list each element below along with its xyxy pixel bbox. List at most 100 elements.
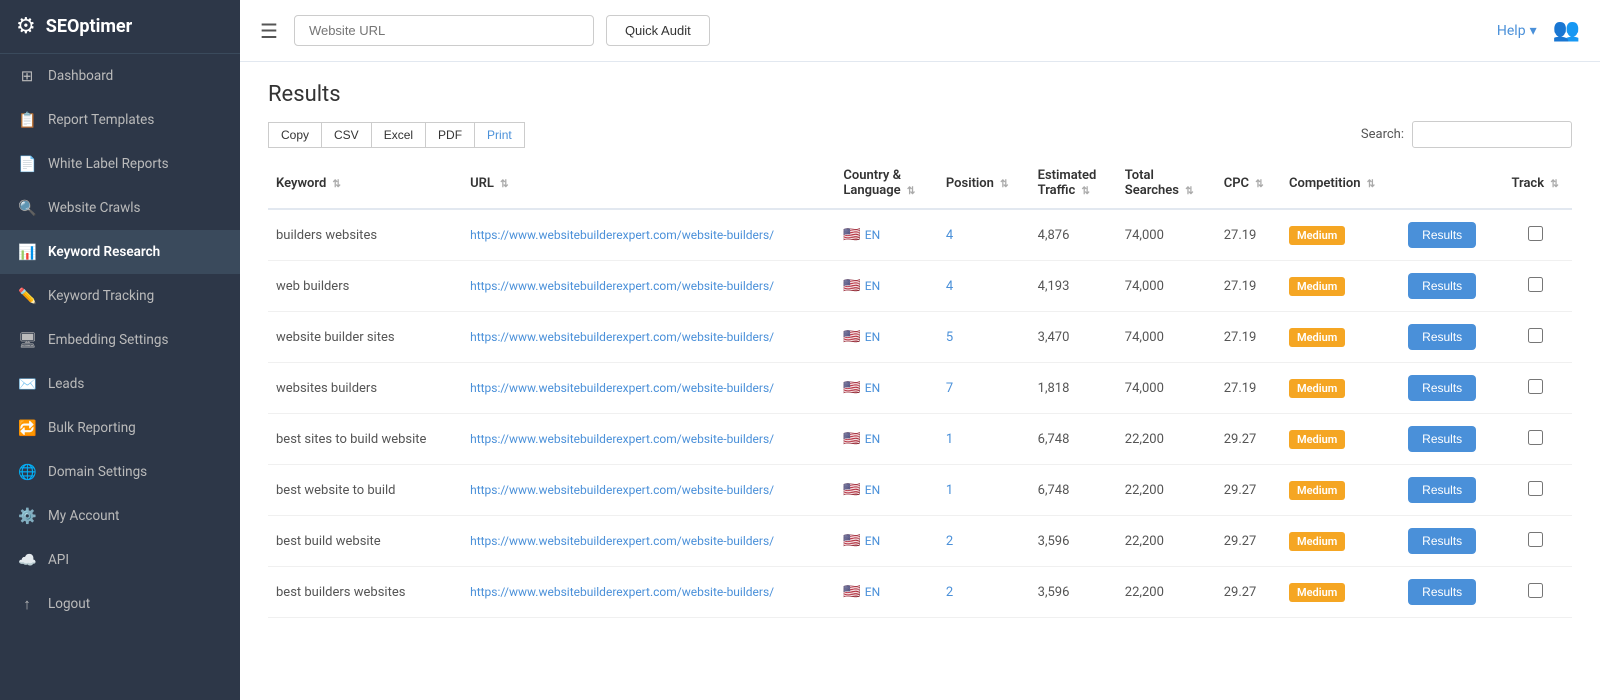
track-checkbox[interactable] <box>1528 379 1543 394</box>
sidebar-item-white-label-reports[interactable]: 📄White Label Reports <box>0 142 240 186</box>
sidebar-item-leads[interactable]: ✉️Leads <box>0 362 240 406</box>
keyword-cell: web builders <box>268 261 462 312</box>
sort-icon[interactable]: ⇅ <box>500 179 508 190</box>
results-button[interactable]: Results <box>1408 579 1476 605</box>
table-row: websites builders https://www.websitebui… <box>268 363 1572 414</box>
track-checkbox[interactable] <box>1528 430 1543 445</box>
url-cell: https://www.websitebuilderexpert.com/web… <box>462 363 835 414</box>
keyword-cell: best website to build <box>268 465 462 516</box>
track-cell <box>1498 516 1572 567</box>
sort-icon[interactable]: ⇅ <box>1082 186 1090 197</box>
print-button[interactable]: Print <box>475 122 525 148</box>
cpc-cell: 27.19 <box>1216 363 1281 414</box>
sidebar-item-logout[interactable]: ↑ Logout <box>0 582 240 626</box>
logout-icon: ↑ <box>18 595 36 613</box>
track-cell <box>1498 312 1572 363</box>
keyword-cell: best build website <box>268 516 462 567</box>
track-checkbox[interactable] <box>1528 226 1543 241</box>
competition-badge: Medium <box>1289 481 1345 500</box>
results-button[interactable]: Results <box>1408 477 1476 503</box>
user-icon[interactable]: 👥 <box>1553 18 1580 43</box>
competition-badge: Medium <box>1289 379 1345 398</box>
search-area: Search: <box>1361 121 1572 148</box>
country-cell: 🇺🇸EN <box>835 414 938 465</box>
flag-icon: 🇺🇸 <box>843 329 860 345</box>
sort-icon[interactable]: ⇅ <box>1550 179 1558 190</box>
track-checkbox[interactable] <box>1528 583 1543 598</box>
sidebar-item-embedding-settings[interactable]: 🖥Embedding Settings <box>0 318 240 362</box>
results-button[interactable]: Results <box>1408 273 1476 299</box>
competition-badge: Medium <box>1289 328 1345 347</box>
keyword-cell: website builder sites <box>268 312 462 363</box>
results-button[interactable]: Results <box>1408 222 1476 248</box>
results-action-cell: Results <box>1400 567 1498 618</box>
competition-badge: Medium <box>1289 532 1345 551</box>
track-checkbox[interactable] <box>1528 481 1543 496</box>
track-checkbox[interactable] <box>1528 277 1543 292</box>
competition-badge: Medium <box>1289 583 1345 602</box>
sidebar-item-keyword-tracking[interactable]: ✏️Keyword Tracking <box>0 274 240 318</box>
col-cpc: CPC ⇅ <box>1216 158 1281 209</box>
results-button[interactable]: Results <box>1408 375 1476 401</box>
sidebar-item-report-templates[interactable]: 📋Report Templates <box>0 98 240 142</box>
results-button[interactable]: Results <box>1408 426 1476 452</box>
table-row: best builders websites https://www.websi… <box>268 567 1572 618</box>
menu-icon[interactable]: ☰ <box>260 19 278 43</box>
dashboard-icon: ⊞ <box>18 67 36 85</box>
copy-button[interactable]: Copy <box>268 122 322 148</box>
leads-icon: ✉️ <box>18 375 36 393</box>
sort-icon[interactable]: ⇅ <box>333 179 341 190</box>
quick-audit-button[interactable]: Quick Audit <box>606 15 710 46</box>
help-button[interactable]: Help ▾ <box>1497 23 1537 39</box>
sidebar-item-keyword-research[interactable]: 📊Keyword Research <box>0 230 240 274</box>
sidebar-item-api[interactable]: ☁️API <box>0 538 240 582</box>
searches-cell: 22,200 <box>1117 414 1216 465</box>
keyword-cell: best sites to build website <box>268 414 462 465</box>
domain-settings-icon: 🌐 <box>18 463 36 481</box>
flag-icon: 🇺🇸 <box>843 380 860 396</box>
col-competition: Competition ⇅ <box>1281 158 1400 209</box>
traffic-cell: 4,193 <box>1030 261 1117 312</box>
traffic-cell: 3,596 <box>1030 567 1117 618</box>
url-input[interactable] <box>294 15 594 46</box>
sort-icon[interactable]: ⇅ <box>1255 179 1263 190</box>
results-button[interactable]: Results <box>1408 324 1476 350</box>
main-area: ☰ Quick Audit Help ▾ 👥 Results Copy CSV … <box>240 0 1600 700</box>
excel-button[interactable]: Excel <box>372 122 426 148</box>
table-header: Keyword ⇅ URL ⇅ Country &Language ⇅ Posi… <box>268 158 1572 209</box>
track-checkbox[interactable] <box>1528 328 1543 343</box>
sort-icon[interactable]: ⇅ <box>1000 179 1008 190</box>
language-tag: EN <box>865 483 880 497</box>
sidebar-item-my-account[interactable]: ⚙️My Account <box>0 494 240 538</box>
language-tag: EN <box>865 228 880 242</box>
search-input[interactable] <box>1412 121 1572 148</box>
results-table: Keyword ⇅ URL ⇅ Country &Language ⇅ Posi… <box>268 158 1572 618</box>
url-cell: https://www.websitebuilderexpert.com/web… <box>462 312 835 363</box>
csv-button[interactable]: CSV <box>322 122 372 148</box>
pdf-button[interactable]: PDF <box>426 122 475 148</box>
url-cell: https://www.websitebuilderexpert.com/web… <box>462 567 835 618</box>
sidebar-item-domain-settings[interactable]: 🌐Domain Settings <box>0 450 240 494</box>
table-row: web builders https://www.websitebuildere… <box>268 261 1572 312</box>
sidebar-item-label: Keyword Research <box>48 244 160 260</box>
url-cell: https://www.websitebuilderexpert.com/web… <box>462 516 835 567</box>
content-area: Results Copy CSV Excel PDF Print Search:… <box>240 62 1600 700</box>
track-checkbox[interactable] <box>1528 532 1543 547</box>
sort-icon[interactable]: ⇅ <box>1367 179 1375 190</box>
track-cell <box>1498 261 1572 312</box>
sidebar-item-website-crawls[interactable]: 🔍Website Crawls <box>0 186 240 230</box>
competition-cell: Medium <box>1281 261 1400 312</box>
results-action-cell: Results <box>1400 363 1498 414</box>
sidebar-item-dashboard[interactable]: ⊞Dashboard <box>0 54 240 98</box>
language-tag: EN <box>865 330 880 344</box>
sidebar-item-bulk-reporting[interactable]: 🔁Bulk Reporting <box>0 406 240 450</box>
searches-cell: 22,200 <box>1117 516 1216 567</box>
flag-icon: 🇺🇸 <box>843 482 860 498</box>
sort-icon[interactable]: ⇅ <box>907 186 915 197</box>
api-icon: ☁️ <box>18 551 36 569</box>
url-cell: https://www.websitebuilderexpert.com/web… <box>462 209 835 261</box>
results-button[interactable]: Results <box>1408 528 1476 554</box>
results-title: Results <box>268 82 1572 107</box>
sidebar-item-label: Logout <box>48 596 90 612</box>
sort-icon[interactable]: ⇅ <box>1185 186 1193 197</box>
